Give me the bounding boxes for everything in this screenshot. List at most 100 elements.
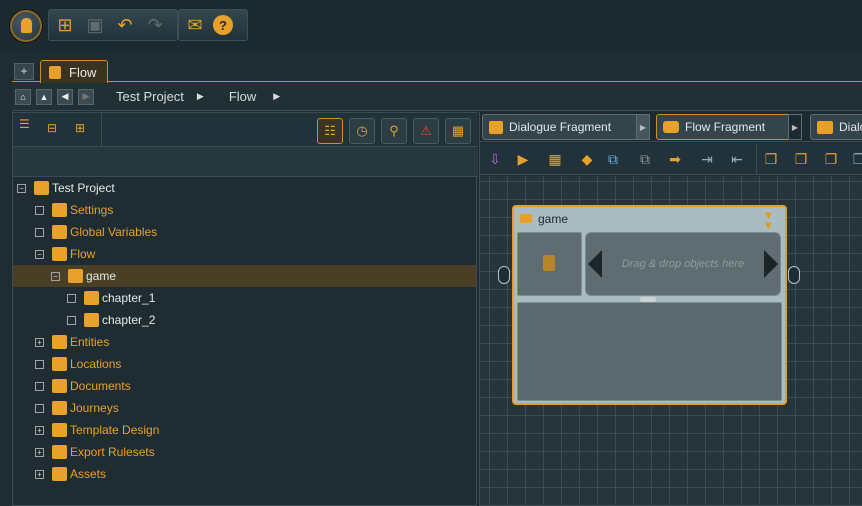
layer-icon[interactable]: ❐: [760, 148, 782, 170]
output-connector[interactable]: [788, 266, 800, 284]
palette-tab-dialogue[interactable]: Dialo: [810, 114, 862, 140]
tree-item[interactable]: − Test Project: [17, 177, 115, 199]
tree-expander[interactable]: +: [35, 425, 44, 435]
mail-icon[interactable]: ✉: [183, 13, 207, 37]
navigator-toolbar: ☰ ⊟ ⊞ ☷ ◷ ⚲ ⚠ ▦: [13, 113, 478, 147]
home-icon[interactable]: ⌂: [15, 88, 31, 105]
tree-item-label: Template Design: [70, 423, 160, 437]
tree-expander[interactable]: [35, 205, 44, 215]
undo-icon[interactable]: ↶: [113, 13, 137, 37]
project-icon: [34, 181, 49, 195]
palette-tab-flow-fragment[interactable]: Flow Fragment ▶: [656, 114, 802, 140]
import-icon[interactable]: ⇩: [484, 148, 506, 170]
back-arrow-icon[interactable]: ◀: [57, 88, 73, 105]
chevron-right-icon[interactable]: ▶: [197, 91, 204, 102]
tree-view-icon[interactable]: ☷: [317, 118, 343, 144]
fill-icon[interactable]: ◆: [576, 148, 598, 170]
search-icon[interactable]: ⚲: [381, 118, 407, 144]
chevron-right-icon[interactable]: ▶: [788, 114, 802, 140]
arrange-icon[interactable]: ❐: [848, 148, 862, 170]
tree-item-label: Documents: [70, 379, 131, 393]
node-preview-slot[interactable]: [517, 232, 582, 296]
tree-item[interactable]: chapter_1: [67, 287, 155, 309]
tab-flow[interactable]: Flow: [40, 60, 108, 83]
chevron-right-icon[interactable]: ▶: [636, 114, 650, 140]
bring-front-icon[interactable]: ❐: [790, 148, 812, 170]
table-icon[interactable]: ▦: [544, 148, 566, 170]
send-back-icon[interactable]: ❐: [820, 148, 842, 170]
tree-expander[interactable]: [35, 403, 44, 413]
tree-expander[interactable]: −: [51, 271, 60, 281]
structure-icon[interactable]: ⧉: [602, 148, 624, 170]
palette-tab-label: Dialo: [839, 120, 862, 134]
save-icon[interactable]: ▣: [83, 13, 107, 37]
tree-item[interactable]: + Assets: [35, 463, 106, 485]
new-icon[interactable]: ⊞: [53, 13, 77, 37]
tree-expander[interactable]: [67, 293, 76, 303]
history-icon[interactable]: ◷: [349, 118, 375, 144]
tree-item[interactable]: + Template Design: [35, 419, 159, 441]
tree-item[interactable]: + Entities: [35, 331, 109, 353]
tree-expander[interactable]: +: [35, 469, 44, 479]
arrow-right-icon[interactable]: [764, 250, 778, 278]
tree-expander[interactable]: −: [17, 183, 26, 193]
node-content-area[interactable]: [517, 302, 782, 401]
input-connector[interactable]: [498, 266, 510, 284]
export-icon: [52, 445, 67, 459]
redo-icon[interactable]: ↷: [143, 13, 167, 37]
forward-arrow-icon[interactable]: ▶: [78, 88, 94, 105]
node-header[interactable]: game: [514, 207, 785, 230]
palette-tab-bar: Dialogue Fragment ▶ Flow Fragment ▶ Dial…: [480, 112, 862, 142]
list-view-icon[interactable]: ☰: [19, 117, 33, 141]
flow-folder-icon: [49, 65, 61, 79]
warning-icon[interactable]: ⚠: [413, 118, 439, 144]
flow-fragment-icon: [68, 269, 83, 283]
tree-item[interactable]: Locations: [35, 353, 121, 375]
grid-view-icon[interactable]: ▦: [445, 118, 471, 144]
help-icon[interactable]: ?: [213, 15, 233, 35]
tree-item[interactable]: Settings: [35, 199, 113, 221]
export-arrow-icon[interactable]: ➡: [664, 148, 686, 170]
flow-editor-pane: Dialogue Fragment ▶ Flow Fragment ▶ Dial…: [479, 112, 862, 506]
hierarchy-icon[interactable]: ⧉: [634, 148, 656, 170]
placeholder-object-icon: [543, 255, 555, 271]
breadcrumb-item[interactable]: Flow: [229, 89, 256, 104]
template-icon: [52, 423, 67, 437]
collapse-node-icon[interactable]: ▼ ▼: [763, 211, 777, 232]
navigator-pane: ☰ ⊟ ⊞ ☷ ◷ ⚲ ⚠ ▦ − Test Project Settings Glo…: [12, 112, 478, 506]
tree-item-label: Journeys: [70, 401, 119, 415]
tree-item[interactable]: Documents: [35, 375, 131, 397]
expand-horizontal-icon[interactable]: ⇥: [696, 148, 718, 170]
tree-item[interactable]: Global Variables: [35, 221, 157, 243]
chevron-right-icon[interactable]: ▶: [273, 91, 280, 102]
flow-canvas[interactable]: game ▼ ▼ Drag & drop objects here: [480, 176, 862, 506]
up-arrow-icon[interactable]: ▲: [36, 88, 52, 105]
tree-item[interactable]: + Export Rulesets: [35, 441, 155, 463]
expand-all-icon[interactable]: ⊞: [75, 121, 93, 139]
tree-expander[interactable]: [35, 359, 44, 369]
tree-item[interactable]: − game: [51, 265, 116, 287]
tree-item[interactable]: chapter_2: [67, 309, 155, 331]
collapse-all-icon[interactable]: ⊟: [47, 121, 63, 139]
tree-expander[interactable]: [67, 315, 76, 325]
palette-tab-dialogue-fragment[interactable]: Dialogue Fragment ▶: [482, 114, 650, 140]
arrow-left-icon[interactable]: [588, 250, 602, 278]
flow-fragment-icon: [84, 291, 99, 305]
tree-item[interactable]: Journeys: [35, 397, 119, 419]
breadcrumb-item[interactable]: Test Project: [116, 89, 184, 104]
tree-expander[interactable]: +: [35, 337, 44, 347]
preview-icon[interactable]: ▶: [512, 148, 534, 170]
tree-expander[interactable]: [35, 227, 44, 237]
add-tab-button[interactable]: +: [14, 63, 34, 80]
drop-zone[interactable]: Drag & drop objects here: [585, 232, 781, 296]
tree-item[interactable]: − Flow: [35, 243, 95, 265]
entities-icon: [52, 335, 67, 349]
toolbar-divider: [101, 113, 102, 147]
tree-expander[interactable]: +: [35, 447, 44, 457]
tree-expander[interactable]: −: [35, 249, 44, 259]
flow-fragment-node[interactable]: game ▼ ▼ Drag & drop objects here: [512, 205, 787, 405]
collapse-horizontal-icon[interactable]: ⇤: [726, 148, 748, 170]
tree-expander[interactable]: [35, 381, 44, 391]
app-logo-icon[interactable]: [10, 10, 42, 42]
tree-item-label: Export Rulesets: [70, 445, 155, 459]
